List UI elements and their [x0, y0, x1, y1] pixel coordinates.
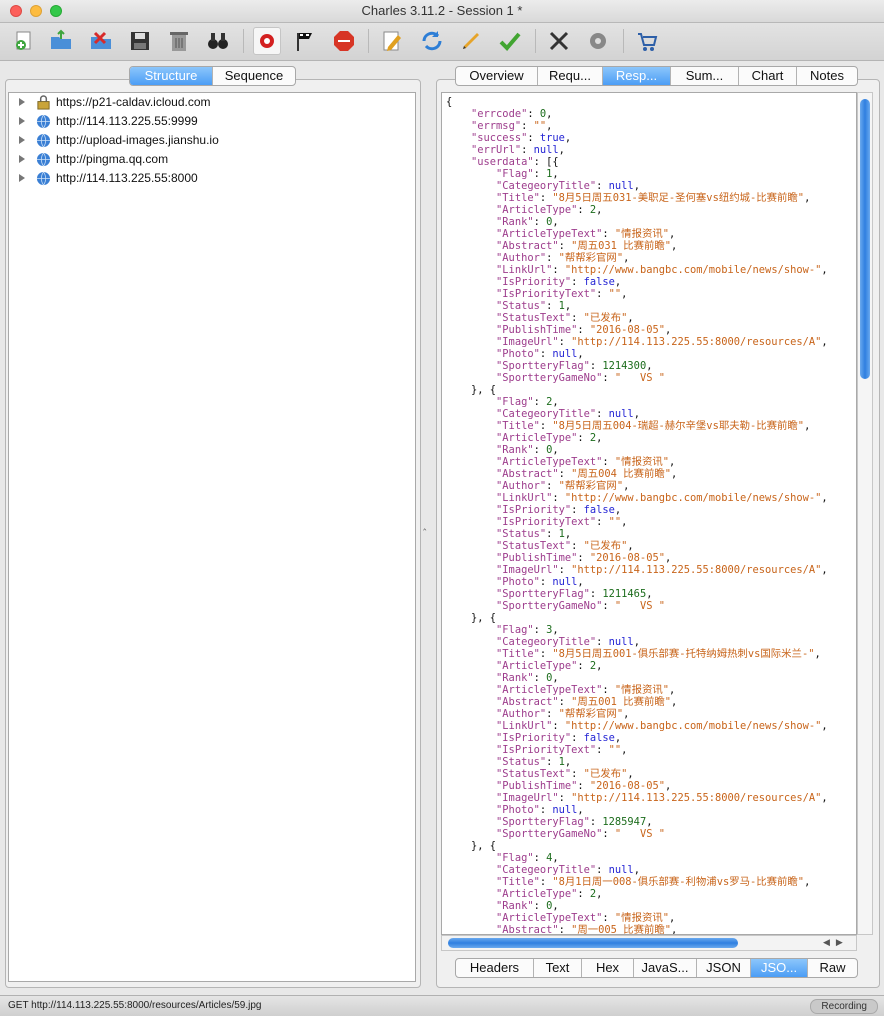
tab-text[interactable]: Text: [534, 959, 582, 977]
globe-icon: [36, 133, 51, 148]
disclosure-triangle-icon[interactable]: [19, 155, 25, 163]
detail-tabs: Overview Requ... Resp... Sum... Chart No…: [455, 66, 858, 86]
tab-headers[interactable]: Headers: [456, 959, 534, 977]
tab-request[interactable]: Requ...: [538, 67, 603, 85]
split-divider-handle-icon[interactable]: ‸: [423, 520, 426, 531]
throttle-icon[interactable]: [292, 27, 320, 55]
tab-chart[interactable]: Chart: [739, 67, 797, 85]
globe-icon: [36, 171, 51, 186]
host-tree: https://p21-caldav.icloud.com http://114…: [8, 92, 416, 982]
tree-item[interactable]: http://pingma.qq.com: [9, 150, 409, 169]
help-icon[interactable]: [633, 27, 661, 55]
scroll-left-icon[interactable]: ◀: [823, 937, 830, 949]
tab-overview[interactable]: Overview: [456, 67, 538, 85]
tab-notes[interactable]: Notes: [797, 67, 857, 85]
vertical-scrollbar[interactable]: [857, 92, 873, 935]
edit-icon[interactable]: [378, 27, 406, 55]
tab-json-text[interactable]: JSO...: [751, 959, 808, 977]
repeat-icon[interactable]: [418, 27, 446, 55]
lock-icon: [37, 95, 50, 110]
tree-item[interactable]: http://upload-images.jianshu.io: [9, 131, 409, 150]
json-viewer[interactable]: { "errcode": 0, "errmsg": "", "success":…: [441, 92, 857, 935]
recording-badge: Recording: [810, 999, 878, 1014]
tree-item[interactable]: http://114.113.225.55:9999: [9, 112, 409, 131]
viewer-format-tabs: Headers Text Hex JavaS... JSON JSO... Ra…: [455, 958, 858, 978]
title-bar: Charles 3.11.2 - Session 1 *: [0, 0, 884, 23]
disclosure-triangle-icon[interactable]: [19, 174, 25, 182]
disclosure-triangle-icon[interactable]: [19, 136, 25, 144]
tab-response[interactable]: Resp...: [603, 67, 671, 85]
globe-icon: [36, 114, 51, 129]
settings-icon[interactable]: [584, 27, 612, 55]
disclosure-triangle-icon[interactable]: [19, 98, 25, 106]
tab-structure[interactable]: Structure: [130, 67, 213, 85]
breakpoints-icon[interactable]: [330, 27, 358, 55]
toolbar: [0, 23, 884, 61]
tree-item[interactable]: http://114.113.225.55:8000: [9, 169, 409, 188]
status-url: GET http://114.113.225.55:8000/resources…: [8, 1000, 262, 1011]
json-text: { "errcode": 0, "errmsg": "", "success":…: [446, 96, 828, 935]
horizontal-scrollbar[interactable]: [441, 935, 857, 951]
record-icon[interactable]: [253, 27, 281, 55]
tree-item[interactable]: https://p21-caldav.icloud.com: [9, 93, 409, 112]
close-window-button[interactable]: [10, 5, 22, 17]
tab-hex[interactable]: Hex: [582, 959, 634, 977]
globe-icon: [36, 152, 51, 167]
tree-item-label: http://114.113.225.55:8000: [56, 171, 198, 185]
tools-icon[interactable]: [545, 27, 573, 55]
maximize-window-button[interactable]: [50, 5, 62, 17]
tree-item-label: http://114.113.225.55:9999: [56, 114, 198, 128]
disclosure-triangle-icon[interactable]: [19, 117, 25, 125]
find-icon[interactable]: [204, 27, 232, 55]
open-session-icon[interactable]: [47, 27, 75, 55]
save-session-icon[interactable]: [126, 27, 154, 55]
horizontal-scroll-thumb[interactable]: [448, 938, 738, 948]
left-view-tabs: Structure Sequence: [129, 66, 296, 86]
tree-item-label: https://p21-caldav.icloud.com: [56, 95, 211, 109]
tree-item-label: http://pingma.qq.com: [56, 152, 169, 166]
close-session-icon[interactable]: [87, 27, 115, 55]
tab-javascript[interactable]: JavaS...: [634, 959, 697, 977]
status-bar: GET http://114.113.225.55:8000/resources…: [0, 995, 884, 1016]
validate-icon[interactable]: [496, 27, 524, 55]
scroll-arrows: ◀ ▶: [823, 937, 857, 949]
vertical-scroll-thumb[interactable]: [860, 99, 870, 379]
tab-summary[interactable]: Sum...: [671, 67, 739, 85]
scroll-right-icon[interactable]: ▶: [836, 937, 843, 949]
tab-json[interactable]: JSON: [697, 959, 751, 977]
minimize-window-button[interactable]: [30, 5, 42, 17]
tab-sequence[interactable]: Sequence: [213, 67, 295, 85]
window-title: Charles 3.11.2 - Session 1 *: [361, 3, 523, 18]
clear-session-icon[interactable]: [165, 27, 193, 55]
new-session-icon[interactable]: [10, 27, 38, 55]
tab-raw[interactable]: Raw: [808, 959, 857, 977]
compose-icon[interactable]: [457, 27, 485, 55]
tree-item-label: http://upload-images.jianshu.io: [56, 133, 219, 147]
